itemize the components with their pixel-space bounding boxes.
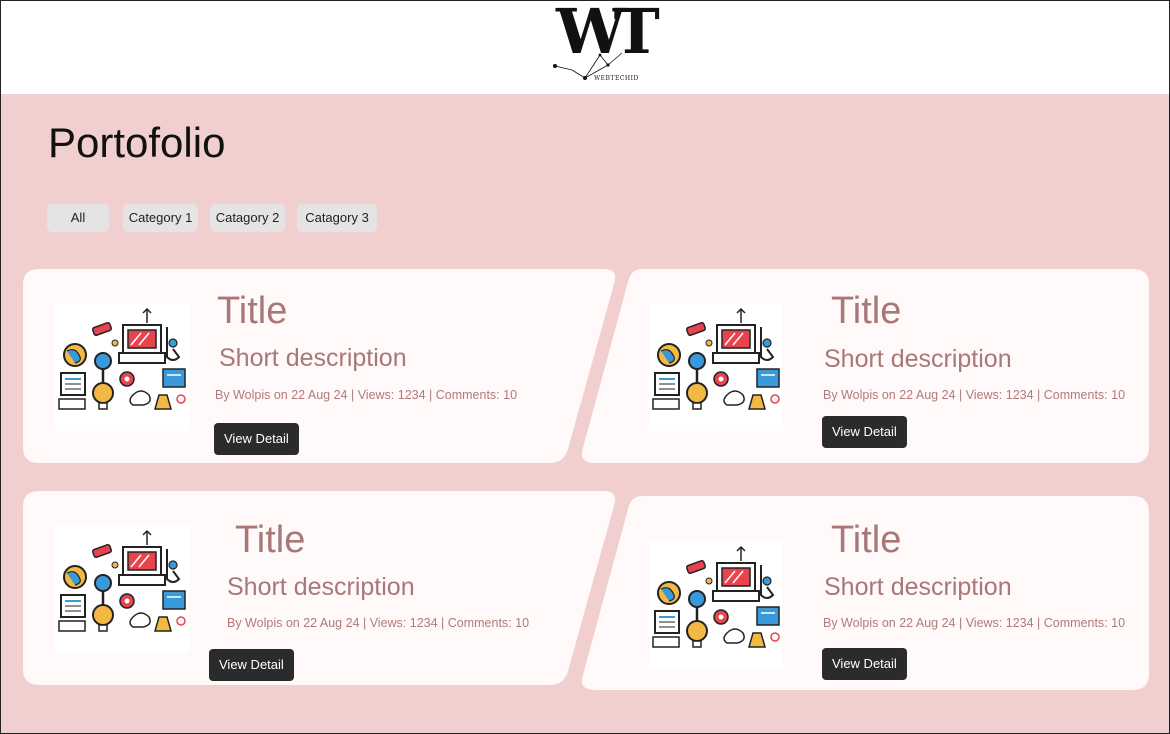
card-description: Short description <box>219 344 407 372</box>
card-meta: By Wolpis on 22 Aug 24 | Views: 1234 | C… <box>227 616 530 630</box>
card-thumbnail <box>55 303 189 431</box>
card-title: Title <box>831 290 902 332</box>
card-title: Title <box>235 519 306 561</box>
card-description: Short description <box>824 345 1012 373</box>
view-detail-button[interactable]: View Detail <box>214 423 299 455</box>
science-illustration-icon <box>58 529 186 632</box>
science-illustration-icon <box>652 545 780 648</box>
card-thumbnail <box>55 525 189 653</box>
view-detail-button[interactable]: View Detail <box>822 648 907 680</box>
card-meta: By Wolpis on 22 Aug 24 | Views: 1234 | C… <box>823 616 1126 630</box>
card-title: Title <box>217 290 288 332</box>
card-description: Short description <box>227 573 415 601</box>
card-meta: By Wolpis on 22 Aug 24 | Views: 1234 | C… <box>823 388 1126 402</box>
science-illustration-icon <box>58 307 186 410</box>
view-detail-button[interactable]: View Detail <box>822 416 907 448</box>
science-illustration-icon <box>652 307 780 410</box>
card-title: Title <box>831 519 902 561</box>
card-thumbnail <box>649 303 783 431</box>
card-meta: By Wolpis on 22 Aug 24 | Views: 1234 | C… <box>215 388 518 402</box>
card-description: Short description <box>824 573 1012 601</box>
card-thumbnail <box>649 541 783 669</box>
page: WT WEBTECHID Portofolio All Category 1 C… <box>0 0 1170 734</box>
view-detail-button[interactable]: View Detail <box>209 649 294 681</box>
